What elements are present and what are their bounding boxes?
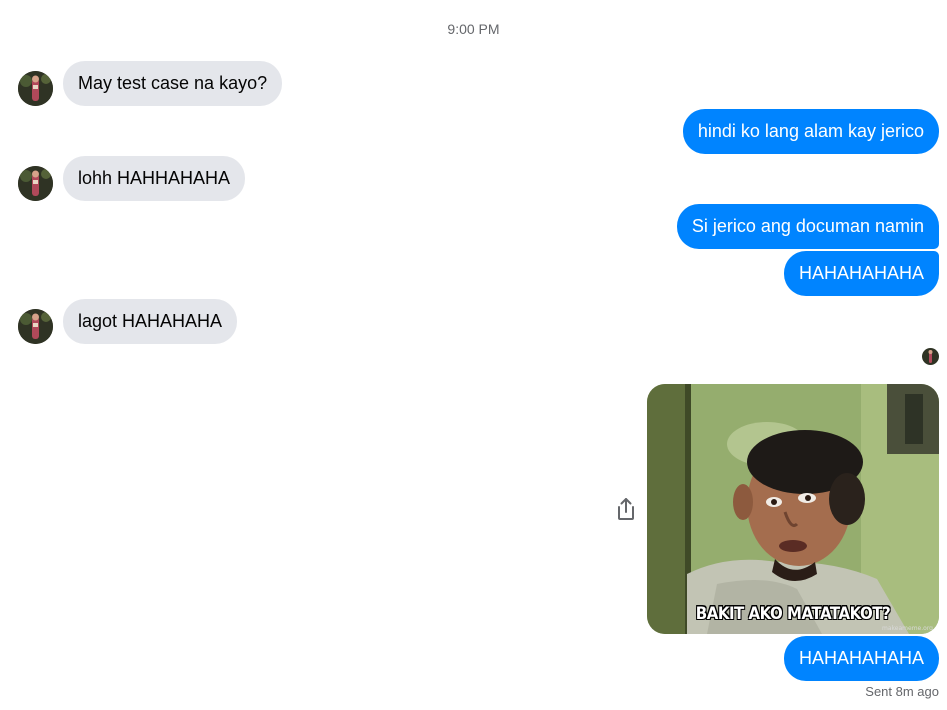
contact-avatar[interactable] <box>18 166 53 201</box>
share-icon[interactable] <box>614 496 638 522</box>
message-bubble-outgoing[interactable]: hindi ko lang alam kay jerico <box>682 109 939 154</box>
meme-image-message[interactable]: makeameme.org BAKIT AKO MATATAKOT? <box>647 384 939 634</box>
message-bubble-outgoing[interactable]: HAHAHAHAHA <box>783 251 939 296</box>
contact-avatar[interactable] <box>18 71 53 106</box>
message-bubble-incoming[interactable]: lagot HAHAHAHA <box>63 299 238 344</box>
message-bubble-outgoing[interactable]: HAHAHAHAHA <box>783 636 939 681</box>
meme-caption: BAKIT AKO MATATAKOT? <box>695 602 891 624</box>
sent-status: Sent 8m ago <box>865 684 939 699</box>
seen-avatar <box>922 348 939 365</box>
contact-avatar[interactable] <box>18 309 53 344</box>
meme-watermark: makeameme.org <box>882 625 933 632</box>
chat-thread: 9:00 PM May test case na kayo? hindi ko … <box>0 0 947 710</box>
message-timestamp: 9:00 PM <box>447 21 500 37</box>
message-bubble-incoming[interactable]: May test case na kayo? <box>63 61 283 106</box>
message-bubble-incoming[interactable]: lohh HAHHAHAHA <box>63 156 246 201</box>
message-bubble-outgoing[interactable]: Si jerico ang documan namin <box>676 204 939 249</box>
